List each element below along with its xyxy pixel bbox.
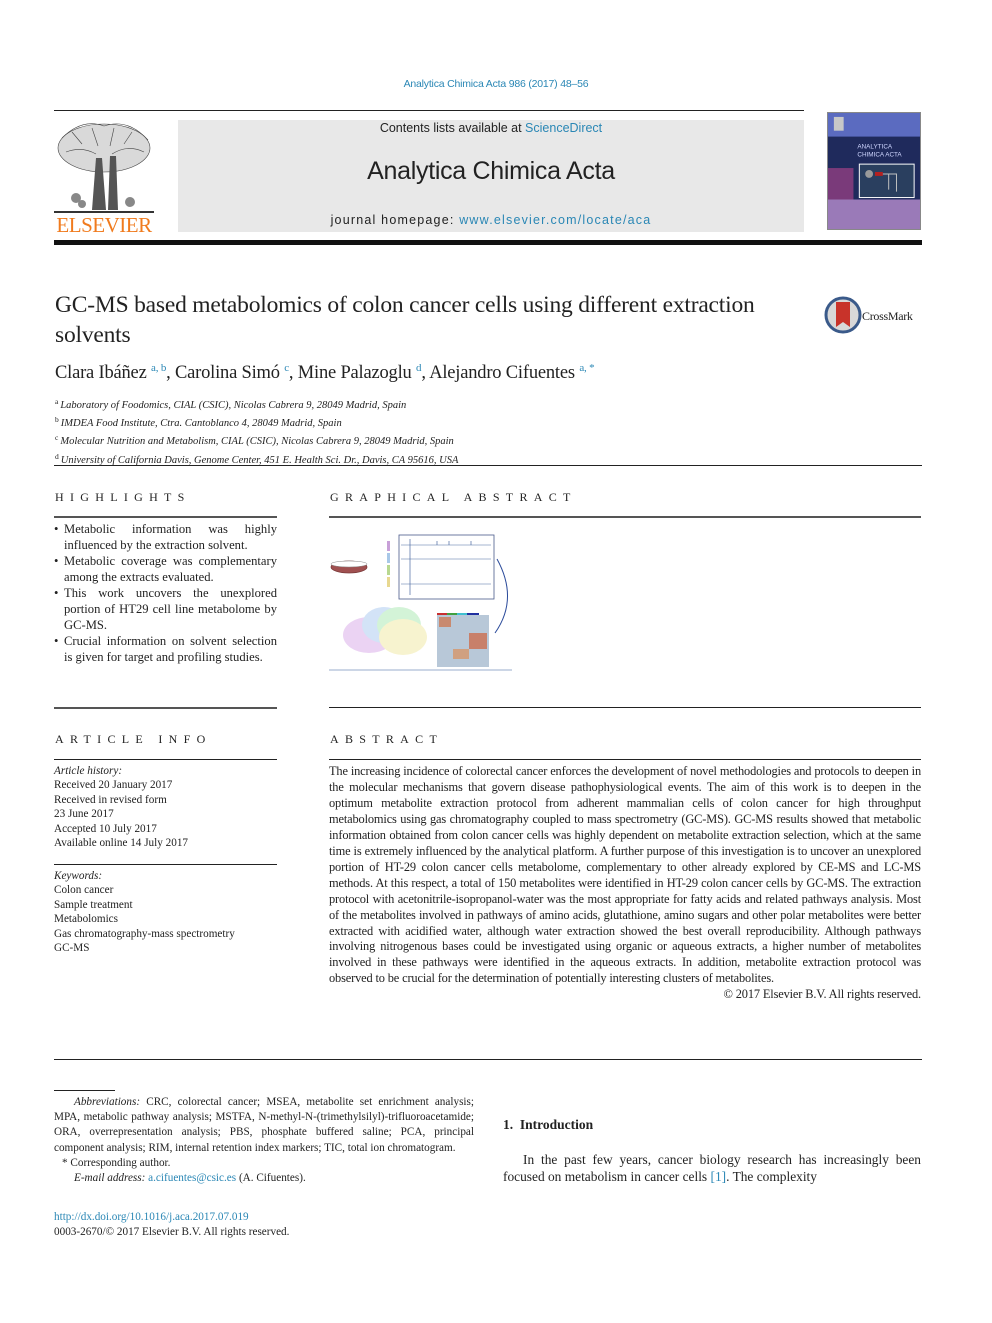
issn-copyright: 0003-2670/© 2017 Elsevier B.V. All right… [54, 1226, 290, 1239]
introduction-body: In the past few years, cancer biology re… [503, 1151, 921, 1185]
affiliation-key: a [55, 397, 59, 406]
sciencedirect-link[interactable]: ScienceDirect [525, 121, 602, 135]
email-label: E-mail address: [74, 1172, 146, 1185]
introduction-text-continued: . The complexity [726, 1169, 817, 1185]
cover-title-2: CHIMICA ACTA [857, 151, 902, 158]
highlight-item: Crucial information on solvent selection… [54, 633, 277, 665]
masthead-thick-rule [54, 240, 922, 245]
author-name[interactable]: Clara Ibáñez [55, 363, 147, 383]
crossmark-label[interactable]: CrossMark [862, 309, 913, 324]
journal-cover-image[interactable]: ANALYTICA CHIMICA ACTA [827, 112, 921, 230]
graphical-abstract-heading: GRAPHICAL ABSTRACT [330, 490, 577, 504]
keywords-rule [54, 864, 277, 865]
email-suffix: (A. Cifuentes). [236, 1172, 306, 1185]
abstract-text: The increasing incidence of colorectal c… [329, 764, 921, 986]
highlights-rule [54, 516, 277, 518]
author-name[interactable]: Alejandro Cifuentes [429, 363, 575, 383]
contents-line: Contents lists available at ScienceDirec… [178, 121, 804, 135]
vial-icon [387, 565, 390, 575]
article-info-rule [54, 759, 277, 760]
journal-title: Analytica Chimica Acta [367, 157, 615, 185]
vial-icon [387, 541, 390, 551]
graphical-abstract-rule [329, 516, 921, 518]
abbreviations-footnote: Abbreviations: CRC, colorectal cancer; M… [54, 1095, 474, 1156]
author-separator: , [421, 363, 430, 383]
abbreviations-label: Abbreviations: [74, 1096, 141, 1108]
author-affil-ref[interactable]: a, b [151, 362, 166, 374]
highlights-heading: HIGHLIGHTS [55, 490, 191, 504]
keywords: Keywords: Colon cancer Sample treatment … [54, 869, 277, 955]
highlights-bottom-rule [54, 707, 277, 709]
homepage-prefix: journal homepage: [330, 213, 460, 227]
email-footnote: E-mail address: a.cifuentes@csic.es (A. … [54, 1171, 474, 1186]
history-item: 23 June 2017 [54, 808, 114, 821]
affiliation: c Molecular Nutrition and Metabolism, CIA… [55, 431, 915, 449]
author-separator: , [288, 363, 298, 383]
author-list: Clara Ibáñez a, b, Carolina Simó c, Mine… [55, 362, 915, 384]
affiliation-key: b [55, 415, 59, 425]
corresponding-author-note: * Corresponding author. [62, 1156, 171, 1169]
history-item: Received 20 January 2017 [54, 779, 173, 792]
homepage-link[interactable]: www.elsevier.com/locate/aca [459, 213, 651, 227]
abstract-heading: ABSTRACT [330, 732, 444, 746]
highlights-list: Metabolic information was highly influen… [54, 521, 277, 665]
history-item: Accepted 10 July 2017 [54, 822, 157, 835]
graphical-abstract-bottom-rule [329, 707, 921, 708]
article-info-heading: ARTICLE INFO [55, 732, 212, 746]
author-name[interactable]: Mine Palazoglu [298, 363, 412, 383]
cover-title-1: ANALYTICA [857, 143, 893, 150]
author-separator: , [166, 363, 175, 383]
author-name[interactable]: Carolina Simó [175, 363, 280, 383]
keywords-label: Keywords: [54, 870, 103, 882]
keyword-item[interactable]: Sample treatment [54, 898, 277, 912]
graphical-abstract-image[interactable] [329, 529, 512, 671]
highlight-item: Metabolic information was highly influen… [54, 521, 277, 553]
affiliation-text: IMDEA Food Institute, Ctra. Cantoblanco … [60, 418, 342, 430]
affiliation-text: Laboratory of Foodomics, CIAL (CSIC), Ni… [60, 400, 407, 411]
footnote-rule [54, 1090, 115, 1091]
keyword-item[interactable]: Metabolomics [54, 912, 277, 926]
header-divider [54, 465, 922, 466]
affiliation: b IMDEA Food Institute, Ctra. Cantoblanco… [55, 413, 915, 431]
abstract-body: The increasing incidence of colorectal c… [329, 764, 921, 1003]
keyword-item[interactable]: GC-MS [54, 941, 277, 955]
history-item: Available online 14 July 2017 [54, 837, 189, 850]
affiliation-text: Molecular Nutrition and Metabolism, CIAL… [60, 436, 454, 448]
vial-icon [387, 553, 390, 563]
keyword-item[interactable]: Gas chromatography-mass spectrometry [54, 927, 277, 941]
article-title: GC-MS based metabolomics of colon cancer… [55, 292, 755, 348]
email-link[interactable]: a.cifuentes@csic.es [148, 1172, 236, 1184]
abstract-copyright: © 2017 Elsevier B.V. All rights reserved… [723, 987, 922, 1002]
contents-prefix: Contents lists available at [379, 121, 526, 135]
doi-link[interactable]: http://dx.doi.org/10.1016/j.aca.2017.07.… [54, 1210, 289, 1225]
doi-block: http://dx.doi.org/10.1016/j.aca.2017.07.… [54, 1210, 289, 1240]
abstract-rule [329, 759, 921, 760]
article-history-label: Article history: [54, 765, 123, 777]
affiliation-text: University of California Davis, Genome C… [60, 454, 459, 466]
running-head[interactable]: Analytica Chimica Acta 986 (2017) 48–56 [0, 78, 992, 90]
affiliation-key: d [55, 451, 59, 461]
highlight-item: Metabolic coverage was complementary amo… [54, 553, 277, 585]
author-affil-ref[interactable]: a, * [579, 362, 594, 374]
affiliation-list: a Laboratory of Foodomics, CIAL (CSIC), N… [55, 395, 915, 468]
vial-icon [387, 577, 390, 587]
highlight-item: This work uncovers the unexplored portio… [54, 585, 277, 633]
affiliation-key: c [55, 433, 59, 443]
top-rule [54, 110, 804, 111]
affiliation: a Laboratory of Foodomics, CIAL (CSIC), N… [55, 395, 915, 413]
history-item: Received in revised form [54, 793, 167, 806]
front-matter-divider [54, 1059, 922, 1060]
introduction-heading: 1. Introduction [503, 1117, 594, 1132]
keyword-item[interactable]: Colon cancer [54, 883, 277, 897]
reference-link[interactable]: [1] [710, 1169, 726, 1184]
article-history: Article history: Received 20 January 201… [54, 764, 277, 850]
homepage-line: journal homepage: www.elsevier.com/locat… [178, 213, 804, 227]
elsevier-wordmark: ELSEVIER [56, 213, 152, 237]
footnotes: Abbreviations: CRC, colorectal cancer; M… [54, 1095, 474, 1186]
